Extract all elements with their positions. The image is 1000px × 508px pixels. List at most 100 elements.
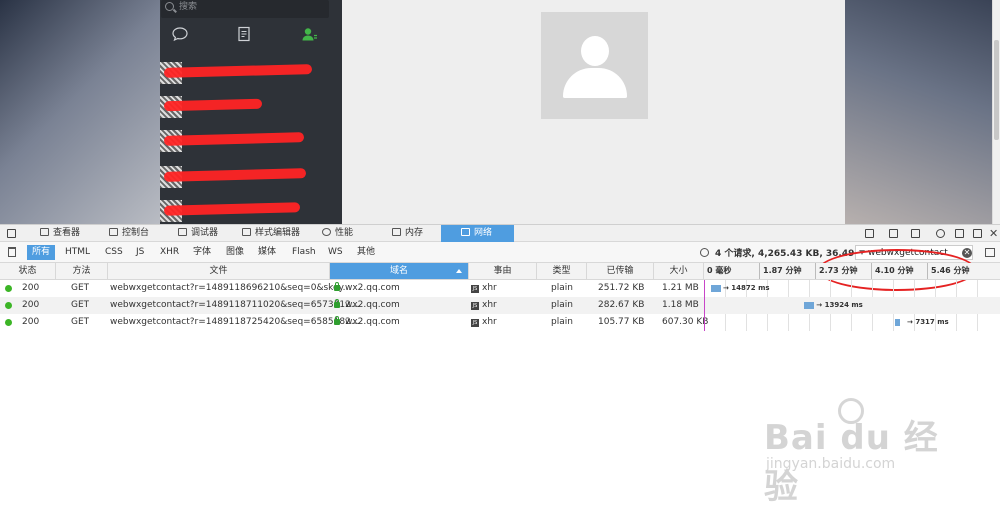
filter-media[interactable]: 媒体 [253,245,281,260]
js-icon: JS [471,302,479,310]
column-type[interactable]: 类型 [537,263,587,279]
style-editor-icon [242,228,251,236]
js-icon: JS [471,285,479,293]
scratchpad-icon[interactable] [889,229,898,238]
scrollbar-thumb[interactable] [994,40,999,140]
request-status: 200 [22,300,40,310]
console-icon [109,228,118,236]
tab-performance[interactable]: 性能 [322,225,353,242]
chat-icon[interactable] [171,26,189,42]
tab-label: 性能 [335,228,354,238]
timeline-start-marker [704,280,705,331]
clear-filter-icon[interactable]: ✕ [962,248,972,258]
column-method[interactable]: 方法 [56,263,108,279]
settings-icon[interactable] [936,229,945,238]
column-timeline[interactable]: 0 毫秒 1.87 分钟 2.73 分钟 4.10 分钟 5.46 分钟 [704,263,1000,279]
url-filter-input[interactable] [855,245,973,260]
request-transferred: 105.77 KB [598,317,645,327]
column-size[interactable]: 大小 [654,263,704,279]
pick-element-icon[interactable] [7,229,16,238]
close-icon[interactable]: ✕ [989,228,998,239]
request-method: GET [71,317,90,327]
status-indicator [5,285,12,292]
tab-label: 控制台 [122,228,150,238]
inspector-icon [40,228,49,236]
tab-debugger[interactable]: 调试器 [178,225,218,242]
request-transferred: 282.67 KB [598,300,645,310]
request-domain: wx2.qq.com [345,317,400,327]
filter-icon [859,250,865,255]
filter-html[interactable]: HTML [60,245,95,260]
redaction-mark [163,202,301,216]
tab-inspector[interactable]: 查看器 [40,225,80,242]
contact-item[interactable] [160,126,342,158]
timeline-tick: 0 毫秒 [707,266,732,275]
column-domain[interactable]: 域名 [330,263,469,279]
column-label: 域名 [389,266,408,276]
performance-analysis-icon[interactable] [700,248,709,257]
filter-flash[interactable]: Flash [287,245,321,260]
filter-ws[interactable]: WS [323,245,348,260]
filter-css[interactable]: CSS [100,245,128,260]
background-image-left [0,0,160,224]
responsive-design-icon[interactable] [865,229,874,238]
search-placeholder: 搜索 [179,2,198,12]
redaction-mark [163,168,307,182]
tab-memory[interactable]: 内存 [392,225,423,242]
clear-requests-icon[interactable] [8,247,16,257]
request-type: plain [551,300,573,310]
filter-images[interactable]: 图像 [221,245,249,260]
undock-icon[interactable] [973,229,982,238]
request-method: GET [71,300,90,310]
timeline-tick: 2.73 分钟 [815,263,858,279]
request-transferred: 251.72 KB [598,283,645,293]
column-cause[interactable]: 事由 [469,263,537,279]
request-status: 200 [22,317,40,327]
filter-all[interactable]: 所有 [27,245,56,260]
network-icon [461,228,470,236]
contact-item[interactable] [160,162,342,194]
tab-console[interactable]: 控制台 [109,225,149,242]
waterfall-bar [804,302,814,309]
dock-side-icon[interactable] [955,229,964,238]
request-row[interactable]: 200 GET webwxgetcontact?r=1489118711020&se… [0,297,1000,314]
contacts-icon[interactable] [300,26,318,42]
timeline-tick: 4.10 分钟 [871,263,914,279]
redaction-mark [163,132,305,146]
filter-xhr[interactable]: XHR [155,245,184,260]
tab-style-editor[interactable]: 样式编辑器 [242,225,300,242]
contact-search-input[interactable]: 搜索 [161,0,329,18]
request-row[interactable]: 200 GET webwxgetcontact?r=1489118696210&se… [0,280,1000,297]
tab-label: 网络 [474,228,493,238]
filter-js[interactable]: JS [131,245,149,260]
request-cause: xhr [482,283,497,293]
secure-lock-icon [334,299,340,308]
contact-item[interactable] [160,92,342,124]
contact-item[interactable] [160,58,342,90]
waterfall-bar [895,319,900,326]
page-viewport: 搜索 [0,0,1000,224]
waterfall-label: → 13924 ms [816,301,863,309]
column-status[interactable]: 状态 [0,263,56,279]
background-image-right [845,0,992,224]
toggle-sidebar-icon[interactable] [985,248,995,257]
network-filter-bar: 所有 HTML CSS JS XHR 字体 图像 媒体 Flash WS 其他 … [0,242,1000,291]
request-row[interactable]: 200 GET webwxgetcontact?r=1489118725420&se… [0,314,1000,331]
request-summary: 4 个请求, 4,265.43 KB, 36.49 秒 [700,246,866,259]
tab-label: 内存 [405,228,424,238]
waterfall-label: → 14872 ms [723,284,770,292]
request-type: plain [551,283,573,293]
filter-other[interactable]: 其他 [352,245,380,260]
request-file: webwxgetcontact?r=1489118711020&seq=6573… [110,300,360,310]
document-icon[interactable] [235,26,253,42]
column-file[interactable]: 文件 [108,263,330,279]
tab-network[interactable]: 网络 [441,225,515,242]
redaction-mark [163,64,313,78]
contact-item[interactable] [160,196,342,224]
filter-fonts[interactable]: 字体 [188,245,216,260]
column-transferred[interactable]: 已传输 [587,263,654,279]
screenshot-icon[interactable] [911,229,920,238]
request-domain: wx2.qq.com [345,283,400,293]
redaction-mark [163,98,263,112]
page-scrollbar[interactable] [992,0,1000,224]
